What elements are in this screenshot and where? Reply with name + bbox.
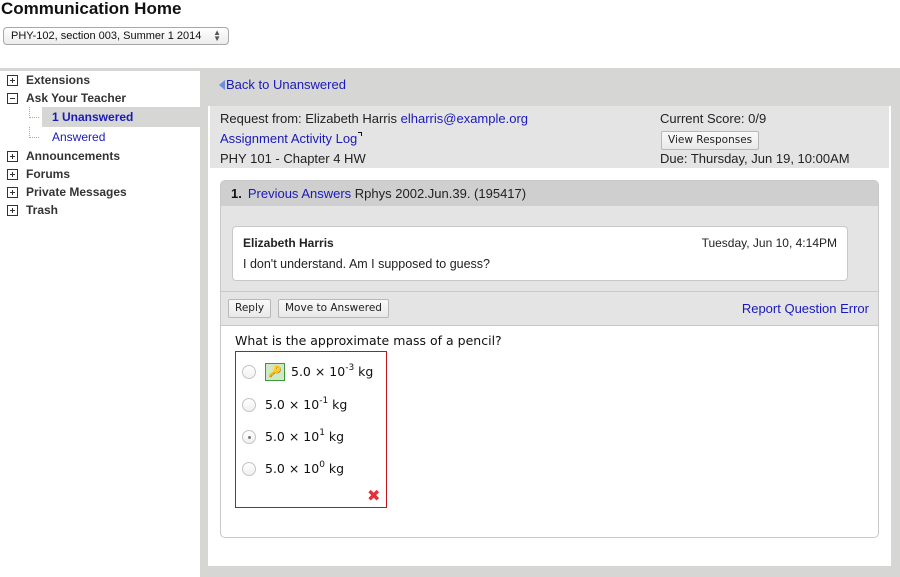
assignment-name: PHY 101 - Chapter 4 HW <box>220 151 366 166</box>
key-icon: 🔑 <box>265 363 285 381</box>
radio-button[interactable] <box>242 462 256 476</box>
back-to-unanswered-link[interactable]: Back to Unanswered <box>219 77 346 92</box>
question-header: 1. Previous Answers Rphys 2002.Jun.39. (1… <box>221 181 878 206</box>
comment-time: Tuesday, Jun 10, 4:14PM <box>701 236 837 250</box>
report-question-error-link[interactable]: Report Question Error <box>742 301 869 316</box>
previous-answers-link[interactable]: Previous Answers <box>248 186 351 201</box>
expand-icon[interactable] <box>7 75 18 86</box>
expand-icon[interactable] <box>7 151 18 162</box>
due-date: Due: Thursday, Jun 19, 10:00AM <box>660 151 850 166</box>
question-number: 1. <box>231 186 242 201</box>
collapse-icon[interactable] <box>7 93 18 104</box>
sidebar-item-extensions[interactable]: Extensions <box>0 71 200 89</box>
sidebar-item-forums[interactable]: Forums <box>0 165 200 183</box>
tree-branch <box>29 127 39 138</box>
incorrect-x-icon: ✖ <box>367 486 381 505</box>
request-from: Request from: Elizabeth Harris <box>220 111 398 126</box>
comment: Elizabeth Harris Tuesday, Jun 10, 4:14PM… <box>232 226 848 281</box>
select-arrows-icon: ▲ ▼ <box>213 28 221 43</box>
current-score: Current Score: 0/9 <box>660 111 767 126</box>
view-responses-button[interactable]: View Responses <box>661 131 760 150</box>
question-actions: Reply Move to Answered Report Question E… <box>221 292 878 326</box>
comment-author: Elizabeth Harris <box>243 236 334 250</box>
question-panel: 1. Previous Answers Rphys 2002.Jun.39. (1… <box>220 180 879 538</box>
sidebar-item-announcements[interactable]: Announcements <box>0 147 200 165</box>
expand-icon[interactable] <box>7 205 18 216</box>
comment-message: I don't understand. Am I supposed to gue… <box>243 257 490 271</box>
email-link[interactable]: elharris@example.org <box>401 111 528 126</box>
radio-button[interactable] <box>242 398 256 412</box>
reply-button[interactable]: Reply <box>228 299 272 318</box>
course-select-value: PHY-102, section 003, Summer 1 2014 <box>11 30 202 42</box>
assignment-activity-log-link[interactable]: Assignment Activity Log <box>220 131 363 146</box>
back-arrow-icon <box>219 80 225 90</box>
course-select[interactable]: PHY-102, section 003, Summer 1 2014 ▲ ▼ <box>3 27 229 45</box>
answer-choices: 🔑 5.0 × 10-3 kg 5.0 × 10-1 kg 5.0 × 101 … <box>235 351 387 508</box>
tree-branch <box>29 107 39 118</box>
expand-icon[interactable] <box>7 169 18 180</box>
page-title: Communication Home <box>1 0 182 18</box>
sidebar-item-answered[interactable]: Answered <box>0 127 200 147</box>
sidebar-item-ask-your-teacher[interactable]: Ask Your Teacher <box>0 89 200 107</box>
move-to-answered-button[interactable]: Move to Answered <box>278 299 389 318</box>
sidebar-item-private-messages[interactable]: Private Messages <box>0 183 200 201</box>
comments-area: Elizabeth Harris Tuesday, Jun 10, 4:14PM… <box>221 206 878 292</box>
radio-button-selected[interactable] <box>242 430 256 444</box>
sidebar: Extensions Ask Your Teacher 1 Unanswered… <box>0 71 200 219</box>
expand-icon[interactable] <box>7 187 18 198</box>
sidebar-item-unanswered[interactable]: 1 Unanswered <box>29 107 200 127</box>
request-info: Request from: Elizabeth Harris elharris@… <box>210 106 889 168</box>
question-text: What is the approximate mass of a pencil… <box>235 333 502 348</box>
sidebar-item-trash[interactable]: Trash <box>0 201 200 219</box>
radio-button[interactable] <box>242 365 256 379</box>
question-id: Rphys 2002.Jun.39. (195417) <box>354 186 527 201</box>
external-link-icon <box>358 132 363 136</box>
